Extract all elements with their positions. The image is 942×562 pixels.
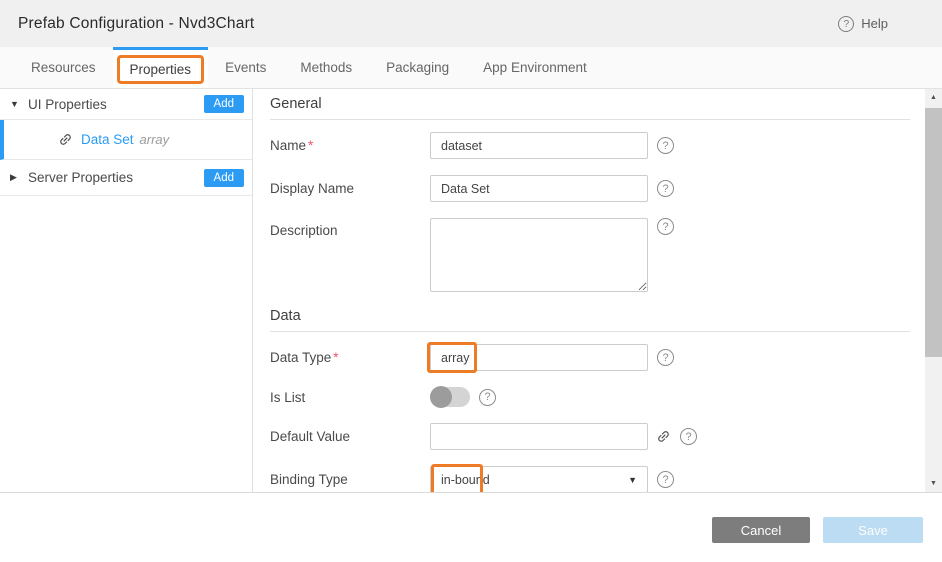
caret-down-icon: ▼ [10,99,28,109]
default-value-input[interactable] [430,423,648,450]
save-button[interactable]: Save [823,517,923,543]
cancel-button[interactable]: Cancel [712,517,810,543]
add-server-property-button[interactable]: Add [204,169,244,187]
data-type-help-icon[interactable]: ? [657,349,674,366]
name-field-row: Name* ? [270,132,910,159]
name-input[interactable] [430,132,648,159]
add-ui-property-button[interactable]: Add [204,95,244,113]
dialog-header: Prefab Configuration - Nvd3Chart ? Help [0,0,942,47]
data-type-field-row: Data Type* ? [270,344,910,371]
display-name-field-label: Display Name [270,181,430,196]
section-title-data: Data [270,308,910,332]
is-list-help-icon[interactable]: ? [479,389,496,406]
ui-properties-label: UI Properties [28,97,107,112]
tab-app-environment[interactable]: App Environment [466,47,604,88]
scrollbar-thumb[interactable] [925,108,942,357]
binding-type-select[interactable]: in-bound ▼ [430,466,648,492]
required-marker: * [333,350,338,365]
binding-type-field-label: Binding Type [270,472,430,487]
annotation-properties-tab: Properties [117,55,205,84]
page-title: Prefab Configuration - Nvd3Chart [18,15,254,33]
description-help-icon[interactable]: ? [657,218,674,235]
is-list-field-row: Is List ? [270,387,910,407]
toggle-knob [430,386,452,408]
description-field-label: Description [270,223,430,238]
binding-type-value: in-bound [441,473,490,487]
chevron-down-icon: ▼ [628,475,637,485]
is-list-toggle[interactable] [430,387,470,407]
scroll-down-button[interactable]: ▼ [925,475,942,492]
description-field-row: Description ? [270,218,910,292]
default-value-help-icon[interactable]: ? [680,428,697,445]
link-icon [55,129,76,150]
properties-sidebar: ▼ UI Properties Add Data Set array ▶ Ser… [0,89,253,492]
vertical-scrollbar[interactable]: ▲ ▼ [925,89,942,492]
data-type-field-label: Data Type* [270,350,430,365]
dialog-body: ▼ UI Properties Add Data Set array ▶ Ser… [0,89,942,493]
display-name-help-icon[interactable]: ? [657,180,674,197]
sidebar-item-data-set[interactable]: Data Set array [0,120,252,160]
name-field-label: Name* [270,138,430,153]
is-list-field-label: Is List [270,390,430,405]
tab-bar: Resources Properties Events Methods Pack… [0,47,942,89]
data-set-item-type: array [140,132,170,147]
caret-right-icon: ▶ [10,172,28,183]
bind-link-icon[interactable] [656,429,671,444]
tab-events[interactable]: Events [208,47,283,88]
help-label: Help [861,16,888,31]
prefab-configuration-dialog: Prefab Configuration - Nvd3Chart ? Help … [0,0,942,562]
tab-packaging[interactable]: Packaging [369,47,466,88]
tab-methods[interactable]: Methods [283,47,369,88]
display-name-field-row: Display Name ? [270,175,910,202]
description-textarea[interactable] [430,218,648,292]
required-marker: * [308,138,313,153]
sidebar-group-server-properties[interactable]: ▶ Server Properties Add [0,160,252,196]
default-value-field-label: Default Value [270,429,430,444]
dialog-footer: Cancel Save [0,494,942,562]
property-form: General Name* ? Display Name ? [253,89,925,492]
binding-type-help-icon[interactable]: ? [657,471,674,488]
default-value-field-row: Default Value ? [270,423,910,450]
section-title-general: General [270,96,910,120]
name-help-icon[interactable]: ? [657,137,674,154]
server-properties-label: Server Properties [28,170,133,185]
scroll-up-button[interactable]: ▲ [925,89,942,106]
sidebar-group-ui-properties[interactable]: ▼ UI Properties Add [0,89,252,120]
binding-type-field-row: Binding Type in-bound ▼ ? [270,466,910,492]
help-icon: ? [838,16,854,32]
tab-resources[interactable]: Resources [14,47,113,88]
data-set-item-label: Data Set [81,132,134,147]
help-button[interactable]: ? Help [838,16,888,32]
tab-properties[interactable]: Properties [113,47,209,88]
data-type-input[interactable] [430,344,648,371]
display-name-input[interactable] [430,175,648,202]
